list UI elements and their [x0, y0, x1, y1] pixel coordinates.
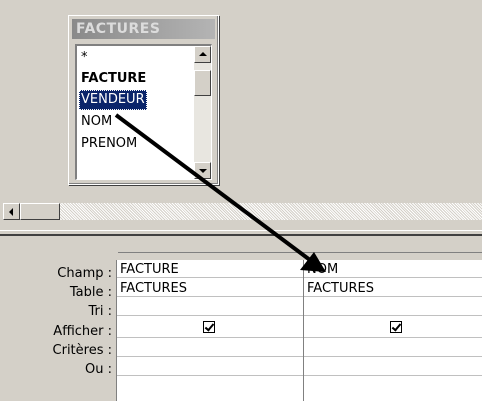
horizontal-scroll-thumb[interactable] [20, 203, 60, 220]
show-checkbox-1[interactable] [203, 321, 215, 333]
cell-criteres-2[interactable] [304, 339, 482, 357]
scroll-down-button[interactable] [194, 162, 211, 179]
scroll-thumb[interactable] [194, 70, 211, 96]
triangle-up-icon [199, 52, 207, 56]
row-label-ou: Ou : [85, 362, 112, 377]
field-list-window[interactable]: FACTURES * FACTURE VENDEUR NOM PRENOM [68, 15, 219, 185]
cell-afficher-2[interactable] [304, 317, 482, 338]
triangle-left-icon [9, 208, 13, 216]
cell-tri-2[interactable] [304, 298, 482, 316]
cell-table-2[interactable]: FACTURES [304, 279, 482, 297]
cell-criteres-1[interactable] [117, 339, 304, 357]
field-item-vendeur[interactable]: VENDEUR [79, 90, 147, 110]
cell-ou-2[interactable] [304, 358, 482, 376]
cell-ou-1[interactable] [117, 358, 304, 376]
field-item-nom[interactable]: NOM [79, 112, 114, 132]
horizontal-scrollbar[interactable] [3, 203, 482, 220]
pane-splitter[interactable] [0, 230, 482, 236]
field-item-facture[interactable]: FACTURE [79, 69, 148, 89]
field-list[interactable]: * FACTURE VENDEUR NOM PRENOM [75, 44, 212, 180]
triangle-down-icon [199, 169, 207, 173]
cell-champ-1[interactable]: FACTURE [117, 260, 304, 278]
field-item-all[interactable]: * [79, 48, 90, 68]
row-label-champ: Champ : [57, 266, 112, 281]
cell-champ-2[interactable]: NOM [304, 260, 482, 278]
grid-column-1[interactable]: FACTURE FACTURES [116, 260, 304, 401]
field-list-title[interactable]: FACTURES [72, 19, 215, 39]
row-label-afficher: Afficher : [53, 324, 112, 339]
field-item-prenom[interactable]: PRENOM [79, 134, 139, 154]
field-list-scrollbar[interactable] [194, 46, 211, 179]
row-label-tri: Tri : [88, 304, 113, 319]
cell-afficher-1[interactable] [117, 317, 304, 338]
table-pane: FACTURES * FACTURE VENDEUR NOM PRENOM [0, 0, 482, 220]
scroll-up-button[interactable] [194, 46, 211, 63]
scroll-left-button[interactable] [3, 203, 20, 220]
show-checkbox-2[interactable] [390, 321, 402, 333]
row-label-table: Table : [69, 285, 112, 300]
query-grid: Champ : Table : Tri : Afficher : Critère… [0, 238, 482, 401]
cell-tri-1[interactable] [117, 298, 304, 316]
cell-table-1[interactable]: FACTURES [117, 279, 304, 297]
grid-column-2[interactable]: NOM FACTURES [303, 260, 482, 401]
row-label-criteres: Critères : [52, 343, 112, 358]
